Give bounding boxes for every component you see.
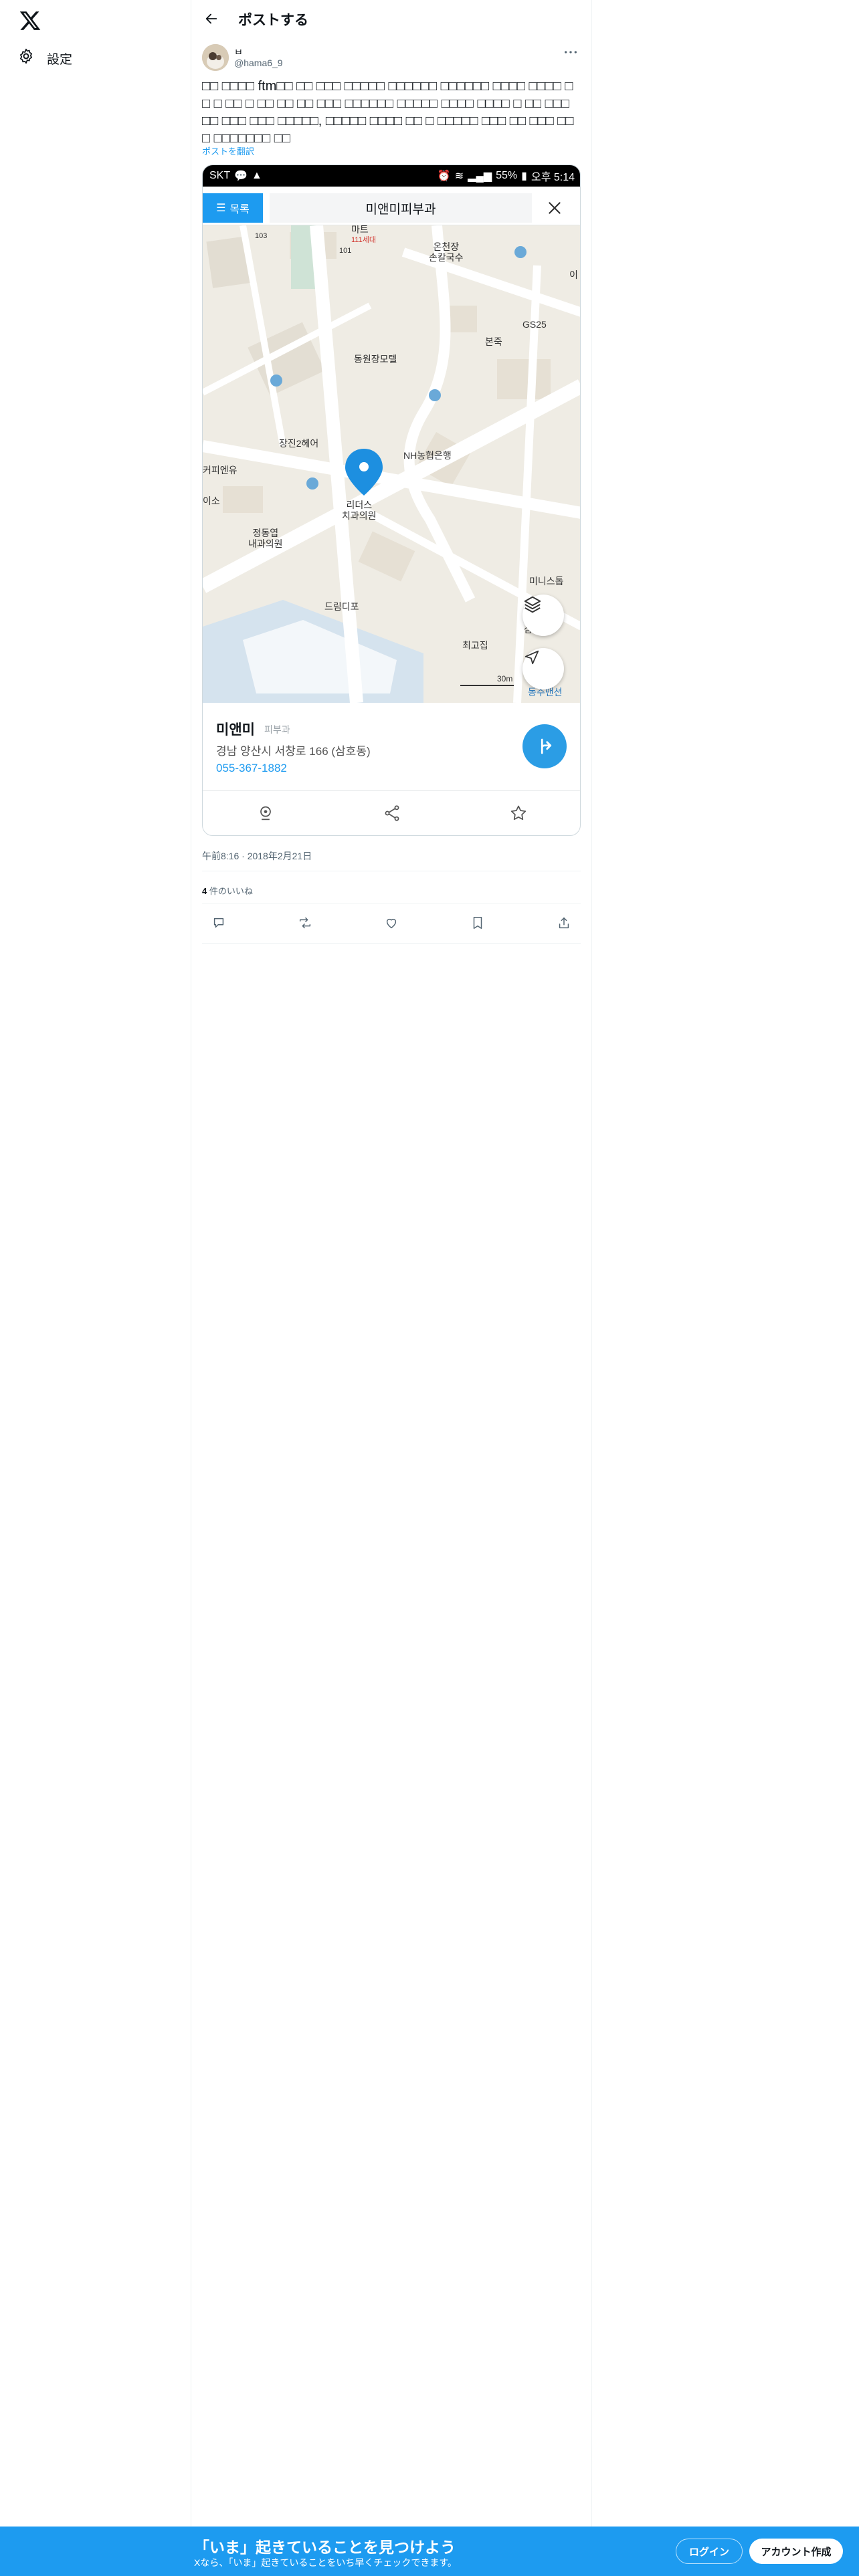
reply-icon[interactable] [209, 913, 229, 933]
alarm-icon: ⏰ [437, 171, 451, 182]
divider [202, 943, 581, 944]
notification-icon: ▲ [252, 170, 262, 181]
place-address: 경남 양산시 서창로 166 (삼호동) [216, 745, 371, 758]
wifi-icon: ≋ [454, 171, 464, 182]
post-timestamp[interactable]: 午前8:16 · 2018年2月21日 [202, 849, 312, 863]
share-icon [329, 791, 456, 835]
map-label-noodle: 온천장 손칼국수 [429, 241, 464, 263]
phone-status-bar: SKT 💬 ▲ ⏰ ≋ ▂▄▆ 55% ▮ 오후 5:14 [203, 165, 580, 187]
place-card: 미앤미 피부과 경남 양산시 서창로 166 (삼호동) 055-367-188… [203, 703, 580, 791]
arrow-left-icon [205, 13, 217, 24]
signal-icon: ▂▄▆ [468, 171, 492, 182]
post-author: ㅂ @hama6_9 [202, 44, 581, 72]
map-scale-label: 30m [497, 674, 513, 683]
map-label-103: 103 [255, 232, 268, 240]
map-label-i: 이 [569, 270, 578, 280]
star-icon [455, 791, 580, 835]
map-label-101: 101 [339, 247, 352, 255]
place-category: 피부과 [264, 724, 290, 735]
post-action-bar [202, 907, 581, 939]
likes-label: 件のいいね [209, 886, 253, 896]
likes-count[interactable]: 4 件のいいね [202, 884, 253, 897]
banner-title: 「いま」起きていることを見つけよう [194, 2539, 456, 2556]
settings-link[interactable]: 設定 [17, 47, 72, 70]
place-card-actions [203, 791, 580, 835]
list-icon: ☰ [216, 203, 226, 214]
clock: 오후 5:14 [531, 172, 575, 183]
map-label-bonjuk: 본죽 [485, 336, 502, 347]
avatar[interactable] [202, 44, 229, 71]
x-logo-icon[interactable] [19, 9, 41, 32]
login-button[interactable]: ログイン [676, 2539, 743, 2564]
map-label-nh: NH농협은행 [403, 450, 452, 461]
main-column: ポストする ㅂ @hama6_9 □□ □□□□ ftm□□ □□ □□□ □□… [191, 0, 592, 2576]
post-header: ポストする [191, 0, 591, 37]
banner-subtitle: Xなら、「いま」起きていることをいち早くチェックできます。 [194, 2557, 457, 2568]
streetview-icon [203, 791, 329, 835]
map-label-gs25: GS25 [522, 319, 547, 330]
place-phone: 055-367-1882 [216, 762, 287, 774]
map-label-iso: 이소 [203, 496, 220, 506]
map-view: 마트 111세대 101 103 온천장 손칼국수 GS25 본죽 동원장모텔 … [203, 225, 580, 703]
left-nav: 設定 [0, 0, 191, 2576]
repost-icon[interactable] [295, 913, 315, 933]
layers-icon [522, 595, 564, 636]
more-options-button[interactable] [561, 45, 581, 59]
place-name: 미앤미 [216, 722, 255, 738]
settings-label: 設定 [47, 52, 73, 67]
page-title: ポストする [238, 13, 308, 28]
close-icon [541, 195, 568, 221]
like-icon[interactable] [381, 913, 401, 933]
share-icon[interactable] [554, 913, 574, 933]
translate-post-link[interactable]: ポストを翻訳 [202, 144, 254, 157]
list-button-label: 목록 [229, 204, 250, 215]
gear-icon [17, 47, 35, 69]
chat-icon: 💬 [234, 171, 248, 182]
battery-percent: 55% [496, 170, 518, 181]
map-label-dental: 리더스 치과의원 [342, 500, 377, 521]
directions-icon [522, 724, 567, 768]
more-icon [565, 51, 577, 53]
post-image[interactable]: SKT 💬 ▲ ⏰ ≋ ▂▄▆ 55% ▮ 오후 5:14 ☰ 목록 미앤미피부… [202, 165, 581, 836]
post-text: □□ □□□□ ftm□□ □□ □□□ □□□□□ □□□□□□ □□□□□□… [202, 79, 574, 146]
map-search-title: 미앤미피부과 [270, 193, 532, 223]
map-label-mart: 마트 [351, 225, 369, 235]
navigation-icon [522, 648, 564, 689]
map-label-clinic: 정동엽 내과의원 [248, 528, 283, 549]
likes-number: 4 [202, 886, 207, 896]
back-button[interactable] [201, 8, 222, 29]
map-toolbar: ☰ 목록 미앤미피부과 [203, 187, 580, 225]
map-label-motel: 동원장모텔 [354, 354, 397, 364]
signup-banner: 「いま」起きていることを見つけよう Xなら、「いま」起きていることをいち早くチェ… [0, 2527, 859, 2576]
map-label-dreamdepot: 드림디포 [324, 601, 359, 612]
list-button: ☰ 목록 [203, 193, 263, 223]
map-label-ministop: 미니스톱 [529, 576, 564, 586]
bookmark-icon[interactable] [468, 913, 488, 933]
map-label-choigojip: 최고집 [462, 640, 488, 651]
signup-button[interactable]: アカウント作成 [749, 2539, 843, 2564]
map-label-building: 111세대 [351, 236, 376, 244]
battery-icon: ▮ [521, 171, 527, 182]
map-label-hair: 장진2헤어 [279, 438, 319, 449]
author-name[interactable]: ㅂ [234, 45, 243, 59]
author-handle[interactable]: @hama6_9 [234, 58, 283, 68]
carrier-label: SKT [209, 170, 231, 181]
map-label-coffee: 커피엔유 [203, 465, 237, 475]
